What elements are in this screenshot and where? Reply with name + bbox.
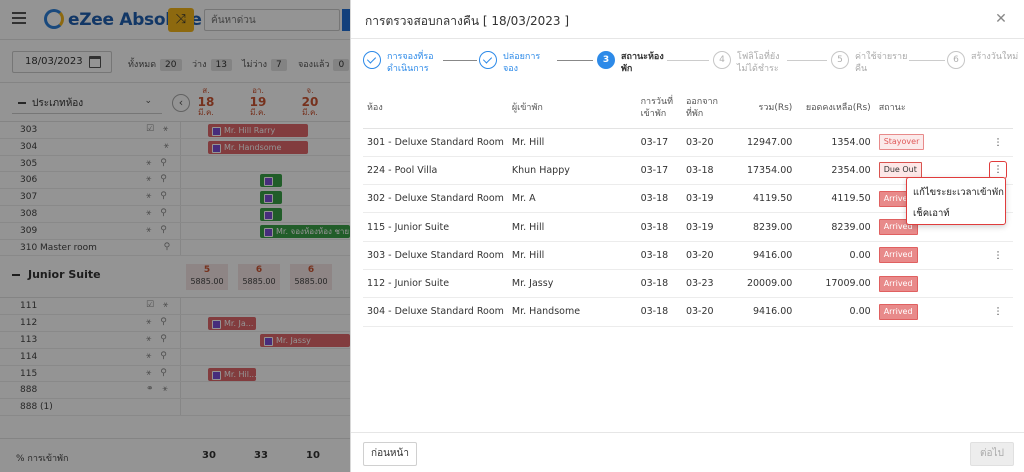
check-icon [479, 51, 497, 69]
divider [351, 38, 1024, 39]
next-button[interactable]: ต่อไป [970, 442, 1014, 466]
step-create-new-day[interactable]: 6 สร้างวันใหม่ [947, 48, 1023, 82]
close-icon[interactable]: ✕ [992, 10, 1010, 28]
cell-departure: 03-20 [681, 297, 730, 327]
cell-balance: 17009.00 [796, 269, 875, 299]
cell-guest: Mr. A [507, 184, 637, 214]
col-total[interactable]: รวม(Rs) [729, 88, 797, 129]
step-connector [443, 60, 477, 61]
cell-room: 304 - Deluxe Standard Room [363, 297, 508, 327]
cell-guest: Mr. Handsome [507, 297, 637, 327]
cell-total: 8239.00 [729, 212, 797, 242]
cell-arrival: 03-17 [636, 128, 682, 157]
cell-status: Arrived [874, 269, 984, 299]
cell-guest: Mr. Hill [507, 212, 637, 242]
col-room[interactable]: ห้อง [363, 88, 508, 129]
cell-guest: Khun Happy [507, 156, 637, 186]
cell-guest: Mr. Hill [507, 241, 637, 270]
cell-arrival: 03-18 [636, 297, 682, 327]
step-pending-reservations[interactable]: การจองที่รอ ดำเนินการ [363, 48, 455, 82]
cell-total: 4119.50 [729, 184, 797, 214]
table-row[interactable]: 304 - Deluxe Standard Room Mr. Handsome 03… [363, 297, 1013, 327]
previous-button[interactable]: ก่อนหน้า [363, 442, 417, 466]
cell-arrival: 03-18 [636, 212, 682, 242]
step-release-reservations[interactable]: ปล่อยการ จอง [479, 48, 569, 82]
cell-balance: 1354.00 [796, 128, 875, 157]
step-connector [787, 60, 827, 61]
cell-arrival: 03-18 [636, 269, 682, 299]
step-connector [909, 60, 945, 61]
cell-room: 301 - Deluxe Standard Room [363, 128, 508, 157]
cell-total: 9416.00 [729, 297, 797, 327]
cell-actions: ⋮ [983, 128, 1013, 157]
table-header-row: ห้อง ผู้เข้าพัก การวันที่ เข้าพัก ออกจาก… [363, 88, 1013, 129]
cell-actions [983, 269, 1013, 299]
cell-departure: 03-23 [681, 269, 730, 299]
table-row[interactable]: 303 - Deluxe Standard Room Mr. Hill 03-18 0… [363, 241, 1013, 270]
step-connector [667, 60, 709, 61]
cell-guest: Mr. Hill [507, 128, 637, 157]
modal-backdrop[interactable] [0, 0, 350, 472]
check-icon [363, 51, 381, 69]
modal-title: การตรวจสอบกลางคืน [ 18/03/2023 ] [365, 14, 570, 28]
col-arrival[interactable]: การวันที่ เข้าพัก [636, 88, 682, 129]
cell-arrival: 03-17 [636, 156, 682, 186]
step-nightly-charges[interactable]: 5 ค่าใช้จ่ายราย คืน [831, 48, 927, 82]
cell-status: Arrived [874, 297, 984, 327]
status-badge: Arrived [878, 247, 918, 264]
cell-total: 12947.00 [729, 128, 797, 157]
col-actions [983, 88, 1013, 129]
col-status[interactable]: สถานะ [874, 88, 984, 129]
cell-total: 20009.00 [729, 269, 797, 299]
status-badge: Stayover [878, 134, 925, 151]
status-badge: Arrived [878, 275, 918, 292]
divider [351, 432, 1024, 433]
cell-departure: 03-19 [681, 184, 730, 214]
cell-guest: Mr. Jassy [507, 269, 637, 299]
cell-room: 224 - Pool Villa [363, 156, 508, 186]
col-departure[interactable]: ออกจาก ที่พัก [681, 88, 730, 129]
cell-room: 303 - Deluxe Standard Room [363, 241, 508, 270]
step-connector [557, 60, 593, 61]
cell-balance: 0.00 [796, 297, 875, 327]
cell-balance: 8239.00 [796, 212, 875, 242]
col-balance[interactable]: ยอดคงเหลือ(Rs) [796, 88, 875, 129]
cell-balance: 2354.00 [796, 156, 875, 186]
kebab-menu-icon[interactable]: ⋮ [993, 306, 1003, 317]
cell-status: Stayover [874, 128, 984, 157]
cell-room: 115 - Junior Suite [363, 212, 508, 242]
cell-arrival: 03-18 [636, 241, 682, 270]
cell-total: 9416.00 [729, 241, 797, 270]
cell-total: 17354.00 [729, 156, 797, 186]
cell-departure: 03-20 [681, 241, 730, 270]
cell-departure: 03-19 [681, 212, 730, 242]
kebab-menu-icon[interactable]: ⋮ [993, 250, 1003, 261]
step-unsettled-folios[interactable]: 4 โฟลิโอที่ยัง ไม่ได้ชำระ [713, 48, 809, 82]
step-room-status[interactable]: 3 สถานะห้อง พัก [597, 48, 687, 82]
cell-status: Arrived [874, 241, 984, 270]
status-badge: Arrived [878, 303, 918, 320]
cell-arrival: 03-18 [636, 184, 682, 214]
cell-departure: 03-20 [681, 128, 730, 157]
cell-balance: 4119.50 [796, 184, 875, 214]
cell-room: 112 - Junior Suite [363, 269, 508, 299]
cell-departure: 03-18 [681, 156, 730, 186]
row-context-menu: แก้ไขระยะเวลาเข้าพัก เช็คเอาท์ [906, 177, 1006, 225]
table-row[interactable]: 301 - Deluxe Standard Room Mr. Hill 03-17 0… [363, 128, 1013, 157]
cell-balance: 0.00 [796, 241, 875, 270]
night-audit-modal: การตรวจสอบกลางคืน [ 18/03/2023 ] ✕ การจอ… [350, 0, 1024, 472]
menu-item-edit-stay[interactable]: แก้ไขระยะเวลาเข้าพัก [907, 182, 1005, 203]
cell-room: 302 - Deluxe Standard Room [363, 184, 508, 214]
kebab-menu-icon[interactable]: ⋮ [993, 137, 1003, 148]
menu-item-checkout[interactable]: เช็คเอาท์ [907, 203, 1005, 224]
col-guest[interactable]: ผู้เข้าพัก [507, 88, 637, 129]
cell-actions: ⋮ [983, 241, 1013, 270]
cell-actions: ⋮ [983, 297, 1013, 327]
table-row[interactable]: 112 - Junior Suite Mr. Jassy 03-18 03-23 200… [363, 269, 1013, 299]
